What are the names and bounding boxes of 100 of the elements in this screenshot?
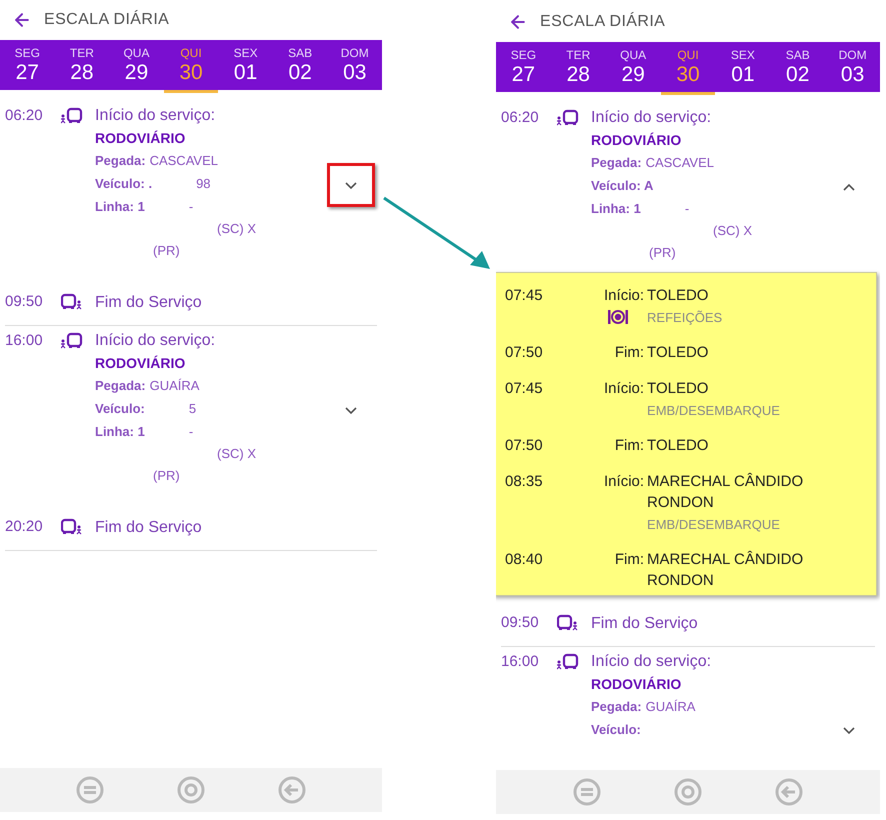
- entry-title: Fim do Serviço: [95, 293, 202, 313]
- field-value: -: [188, 198, 194, 216]
- day-tab[interactable]: DOM 03: [825, 42, 880, 92]
- screen-title: ESCALA DIÁRIA: [540, 11, 666, 32]
- stop-time: 07:45: [505, 379, 544, 399]
- field-value: (PR): [649, 244, 676, 262]
- field-label: Linha: 1: [95, 423, 145, 441]
- day-tab[interactable]: SAB 02: [272, 40, 328, 90]
- day-tab[interactable]: TER 28: [54, 40, 110, 90]
- field-value: GUAÍRA: [646, 698, 696, 716]
- entry-time: 06:20: [5, 106, 44, 126]
- entry-time: 16:00: [5, 331, 44, 351]
- chevron-down-icon: [843, 727, 855, 734]
- field-label: Pegada:: [591, 698, 642, 716]
- day-tab[interactable]: SEX 01: [218, 40, 273, 90]
- day-tab[interactable]: SEG 27: [496, 42, 551, 92]
- stop-label: Início:: [603, 286, 646, 306]
- stop-place: TOLEDO: [647, 286, 710, 306]
- chevron-down-icon: [345, 406, 357, 414]
- field-label: Linha: 1: [591, 200, 641, 218]
- stop-place: TOLEDO: [647, 342, 710, 362]
- chevron-down-icon: [345, 182, 357, 188]
- stop-category: EMB/DESEMBARQUE: [647, 516, 780, 534]
- bus-icon: [61, 518, 83, 536]
- day-tab[interactable]: SAB 02: [770, 42, 826, 92]
- field-value: (PR): [153, 242, 180, 260]
- day-tab[interactable]: QUI 30: [164, 40, 218, 90]
- stop-label: Fim:: [614, 550, 646, 570]
- stop-place: MARECHAL CÂNDIDO RONDON: [647, 472, 804, 513]
- entry-title: Início do serviço:: [95, 331, 216, 351]
- bus-icon: [61, 107, 83, 125]
- field-label: Linha: 1: [95, 198, 145, 216]
- entry-place: RODOVIÁRIO: [591, 674, 682, 694]
- day-tab[interactable]: QUI 30: [660, 42, 716, 92]
- stop-place: TOLEDO: [647, 436, 710, 456]
- entry-time: 09:50: [501, 612, 540, 632]
- field-value: (PR): [153, 467, 180, 485]
- entry-title: Fim do Serviço: [591, 614, 698, 634]
- day-tab[interactable]: QUA 29: [606, 42, 661, 92]
- bus-icon: [557, 614, 579, 632]
- stop-place: TOLEDO: [647, 379, 710, 399]
- entry-title: Início do serviço:: [591, 652, 712, 672]
- entry-place: RODOVIÁRIO: [591, 131, 682, 150]
- field-value: CASCAVEL: [646, 154, 714, 172]
- stop-label: Fim:: [614, 436, 646, 456]
- day-tab[interactable]: DOM 03: [327, 40, 382, 90]
- bus-icon: [557, 652, 579, 670]
- entry-place: RODOVIÁRIO: [95, 129, 186, 148]
- stop-label: Fim:: [614, 342, 646, 362]
- field-value: -: [188, 423, 194, 441]
- stop-place: MARECHAL CÂNDIDO RONDON: [647, 550, 804, 590]
- bus-icon: [557, 109, 579, 127]
- entry-time: 06:20: [501, 108, 540, 128]
- field-label: Pegada:: [591, 154, 642, 172]
- plate-icon: [607, 308, 630, 326]
- day-tab[interactable]: TER 28: [550, 42, 606, 92]
- field-value: GUAÍRA: [150, 377, 200, 395]
- day-tab[interactable]: QUA 29: [109, 40, 164, 90]
- stop-label: Início:: [603, 379, 646, 399]
- entry-title: Fim do Serviço: [95, 518, 202, 538]
- screen-title: ESCALA DIÁRIA: [44, 9, 170, 30]
- entry-time: 09:50: [5, 292, 44, 312]
- entry-time: 20:20: [5, 517, 44, 537]
- back-circle-icon[interactable]: [278, 776, 306, 804]
- field-label: Veículo:: [95, 400, 145, 418]
- field-label: Veículo: A: [591, 177, 654, 195]
- field-label: Pegada:: [95, 377, 146, 395]
- equals-circle-icon[interactable]: [572, 778, 601, 806]
- entry-time: 16:00: [501, 652, 540, 672]
- back-circle-icon[interactable]: [775, 778, 804, 806]
- field-label: Veículo: .: [95, 175, 152, 193]
- field-value: 5: [188, 400, 196, 418]
- field-value: (SC) X: [217, 445, 256, 463]
- field-value: CASCAVEL: [150, 152, 218, 170]
- stop-time: 07:50: [505, 342, 544, 362]
- expand-toggle[interactable]: [327, 163, 375, 207]
- field-value: (SC) X: [217, 220, 256, 238]
- stop-time: 07:45: [505, 286, 544, 306]
- entry-title: Início do serviço:: [95, 106, 216, 126]
- chevron-up-icon: [843, 184, 855, 190]
- stop-time: 08:35: [505, 472, 544, 492]
- equals-circle-icon[interactable]: [76, 776, 104, 804]
- target-icon[interactable]: [176, 776, 205, 804]
- entry-place: RODOVIÁRIO: [95, 354, 186, 373]
- field-value: -: [684, 200, 690, 218]
- bus-icon: [61, 293, 83, 311]
- field-label: Veículo:: [591, 720, 641, 738]
- day-tab[interactable]: SEG 27: [0, 40, 55, 90]
- stop-time: 07:50: [505, 436, 544, 456]
- stop-label: Início:: [603, 472, 646, 492]
- bus-icon: [61, 332, 83, 350]
- field-value: (SC) X: [713, 222, 752, 240]
- target-icon[interactable]: [674, 778, 702, 806]
- stop-category: REFEIÇÕES: [647, 309, 722, 327]
- field-value: 98: [196, 175, 211, 193]
- stop-category: EMB/DESEMBARQUE: [647, 402, 780, 420]
- stop-time: 08:40: [505, 550, 544, 570]
- field-label: Pegada:: [95, 152, 146, 170]
- day-tab[interactable]: SEX 01: [715, 42, 770, 92]
- entry-title: Início do serviço:: [591, 108, 712, 128]
